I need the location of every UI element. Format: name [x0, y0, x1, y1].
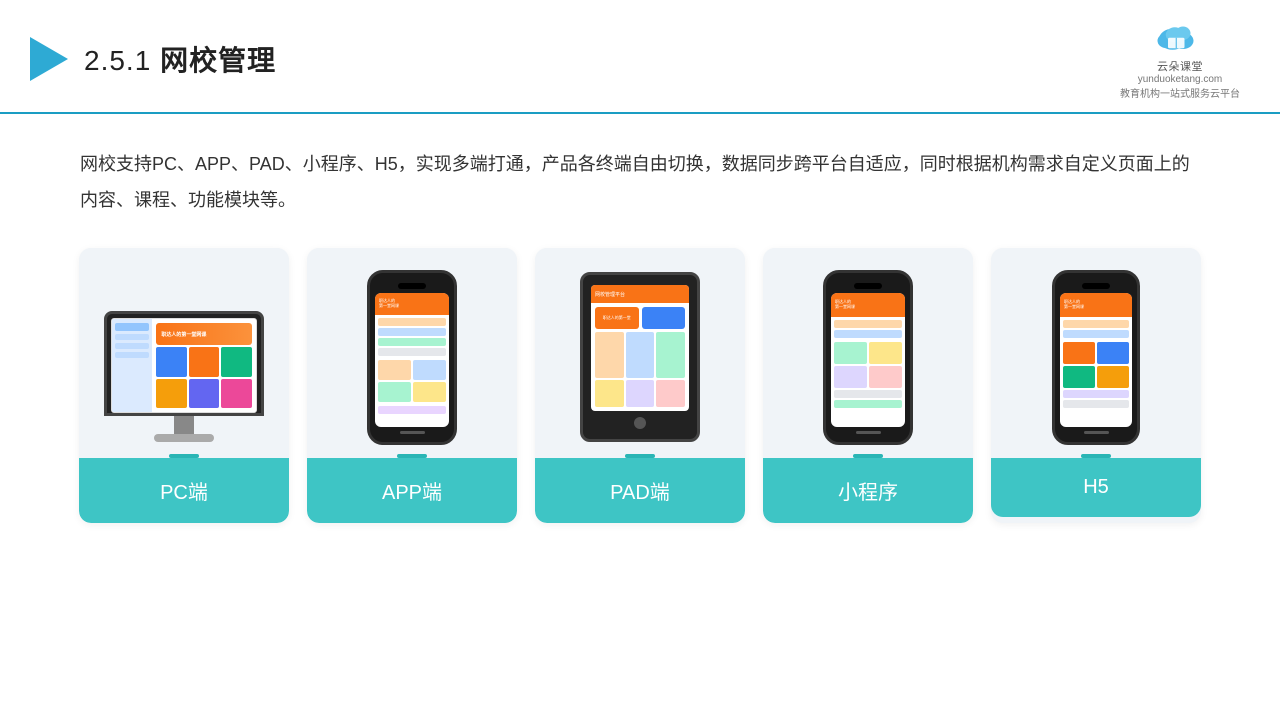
logo-name: 云朵课堂 — [1157, 58, 1203, 74]
play-icon — [30, 37, 68, 81]
phone-screen-h5: 职达人的第一堂网课 — [1060, 293, 1132, 427]
logo-area: 云朵课堂 yunduoketang.com 教育机构一站式服务云平台 — [1120, 18, 1240, 100]
card-app: 职达人的第一堂网课 — [307, 248, 517, 523]
phone-content-h5 — [1060, 317, 1132, 427]
header: 2.5.1 网校管理 云朵课堂 yunduoketang.com 教育机构一站式… — [0, 0, 1280, 114]
card-app-label: APP端 — [307, 458, 517, 523]
tablet-header-bar: 网校管理平台 — [591, 285, 689, 303]
card-pad: 网校管理平台 职达人的第一堂 — [535, 248, 745, 523]
card-pc: 职达人的第一堂网课 — [79, 248, 289, 523]
monitor-screen-wrap: 职达人的第一堂网课 — [104, 311, 264, 416]
phone-row-3 — [378, 338, 446, 346]
phone-header-text-h5: 职达人的第一堂网课 — [1064, 300, 1084, 310]
card-pc-image: 职达人的第一堂网课 — [79, 248, 289, 458]
card-miniprogram: 职达人的第一堂网课 — [763, 248, 973, 523]
phone-header-h5: 职达人的第一堂网课 — [1060, 293, 1132, 317]
phone-row-5 — [378, 406, 446, 414]
tablet-screen: 网校管理平台 职达人的第一堂 — [591, 285, 689, 411]
phone-bottom-bar-mini — [856, 431, 881, 434]
card-h5-image: 职达人的第一堂网课 — [991, 248, 1201, 458]
phone-row-h1 — [1063, 320, 1129, 328]
card-miniprogram-label: 小程序 — [763, 458, 973, 523]
card-pc-label: PC端 — [79, 458, 289, 523]
logo-url: yunduoketang.com — [1138, 74, 1223, 85]
phone-bottom-bar-h5 — [1084, 431, 1109, 434]
logo-cloud-icon — [1150, 18, 1210, 56]
phone-row-m2 — [834, 330, 902, 338]
phone-content — [375, 315, 449, 427]
monitor-screen: 职达人的第一堂网课 — [111, 318, 257, 413]
phone-row-2 — [378, 328, 446, 336]
phone-row-m4 — [834, 400, 902, 408]
description-text: 网校支持PC、APP、PAD、小程序、H5，实现多端打通，产品各终端自由切换，数… — [0, 114, 1280, 228]
tablet-mockup: 网校管理平台 职达人的第一堂 — [580, 272, 700, 442]
phone-mockup-app: 职达人的第一堂网课 — [367, 270, 457, 445]
phone-header-mini: 职达人的第一堂网课 — [831, 293, 905, 317]
phone-notch — [398, 283, 426, 289]
phone-notch-h5 — [1082, 283, 1110, 289]
card-app-image: 职达人的第一堂网课 — [307, 248, 517, 458]
card-pad-image: 网校管理平台 职达人的第一堂 — [535, 248, 745, 458]
monitor-stand — [174, 416, 194, 434]
phone-header: 职达人的第一堂网课 — [375, 293, 449, 315]
phone-notch-mini — [854, 283, 882, 289]
phone-row-m3 — [834, 390, 902, 398]
phone-row-h4 — [1063, 400, 1129, 408]
phone-header-text-mini: 职达人的第一堂网课 — [835, 300, 855, 310]
phone-row-4 — [378, 348, 446, 356]
monitor-sidebar — [112, 319, 152, 412]
phone-header-text: 职达人的第一堂网课 — [379, 299, 399, 309]
phone-row-m1 — [834, 320, 902, 328]
cards-container: 职达人的第一堂网课 — [0, 228, 1280, 523]
phone-row-h2 — [1063, 330, 1129, 338]
phone-row-1 — [378, 318, 446, 326]
phone-content-mini — [831, 317, 905, 427]
phone-mockup-mini: 职达人的第一堂网课 — [823, 270, 913, 445]
tablet-screen-inner: 网校管理平台 职达人的第一堂 — [591, 285, 689, 411]
card-h5-label: H5 — [991, 458, 1201, 517]
card-h5: 职达人的第一堂网课 — [991, 248, 1201, 523]
tablet-header-text: 网校管理平台 — [595, 291, 625, 298]
phone-bottom-bar — [400, 431, 425, 434]
phone-screen: 职达人的第一堂网课 — [375, 293, 449, 427]
phone-screen-mini: 职达人的第一堂网课 — [831, 293, 905, 427]
monitor-mockup: 职达人的第一堂网课 — [99, 272, 269, 442]
tablet-home-button — [634, 417, 646, 429]
header-left: 2.5.1 网校管理 — [30, 37, 276, 81]
card-pad-label: PAD端 — [535, 458, 745, 523]
page-title: 2.5.1 网校管理 — [84, 39, 276, 79]
card-miniprogram-image: 职达人的第一堂网课 — [763, 248, 973, 458]
logo-slogan: 教育机构一站式服务云平台 — [1120, 85, 1240, 100]
phone-row-h3 — [1063, 390, 1129, 398]
phone-mockup-h5: 职达人的第一堂网课 — [1052, 270, 1140, 445]
monitor-base — [154, 434, 214, 442]
